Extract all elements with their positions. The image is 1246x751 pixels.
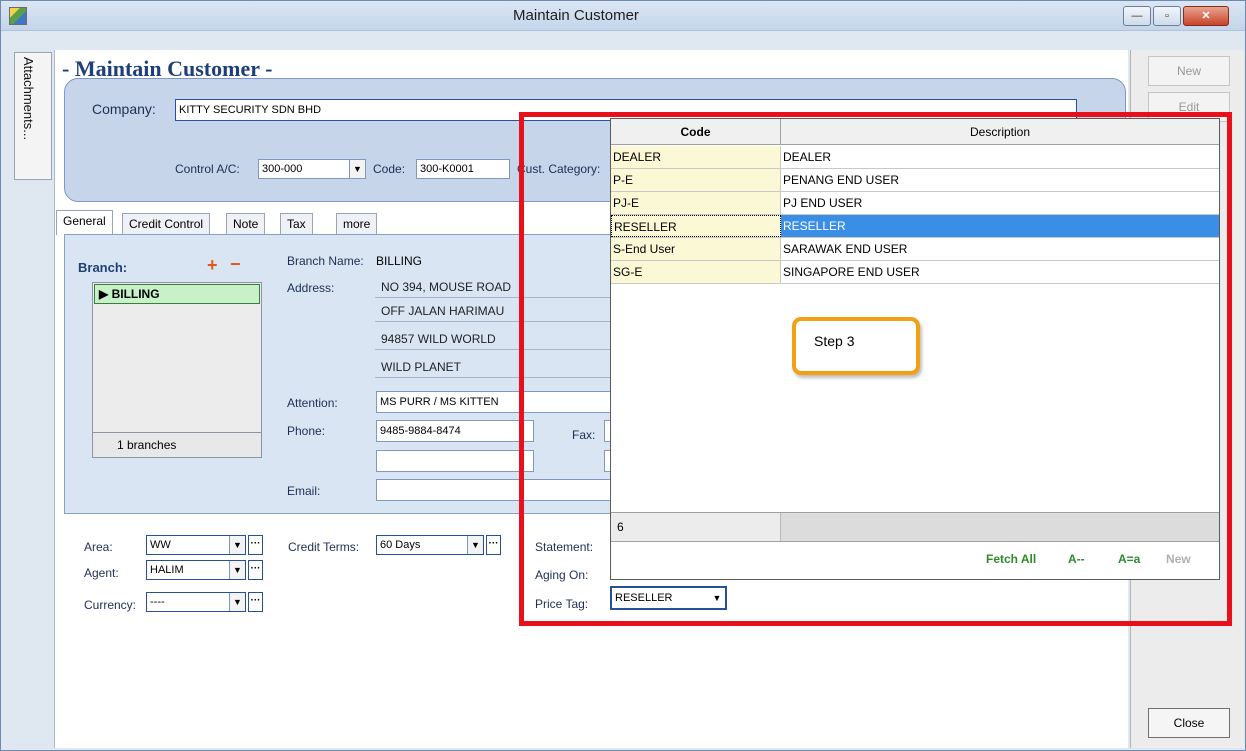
lookup-code-cell: DEALER	[611, 146, 781, 168]
branch-item-label: BILLING	[111, 287, 160, 301]
lookup-row[interactable]: DEALER DEALER	[611, 146, 1219, 169]
attention-label: Attention:	[287, 396, 338, 410]
fax-label: Fax:	[572, 428, 596, 442]
lookup-row[interactable]: P-E PENANG END USER	[611, 169, 1219, 192]
tab-more[interactable]: more	[336, 213, 378, 235]
close-window-button[interactable]: ✕	[1183, 6, 1229, 26]
maximize-button[interactable]: ▫	[1153, 6, 1181, 26]
branch-name-value[interactable]: BILLING	[376, 254, 422, 268]
agent-select[interactable]: HALIM ▼	[146, 560, 246, 580]
company-label: Company:	[92, 101, 156, 117]
price-tag-label: Price Tag:	[535, 597, 589, 611]
chevron-down-icon[interactable]: ▼	[229, 536, 245, 554]
phone2-input[interactable]	[376, 450, 534, 472]
remove-branch-icon[interactable]: −	[230, 254, 241, 275]
lookup-row[interactable]: S-End User SARAWAK END USER	[611, 238, 1219, 261]
close-button[interactable]: Close	[1148, 708, 1230, 738]
attachments-tab[interactable]: Attachments...	[14, 52, 52, 180]
lookup-code-cell: PJ-E	[611, 192, 781, 214]
lookup-code-cell: P-E	[611, 169, 781, 191]
address-line-2[interactable]: OFF JALAN HARIMAU	[375, 300, 615, 322]
lookup-description-cell: DEALER	[783, 150, 832, 164]
currency-lookup-button[interactable]: ···	[248, 592, 263, 612]
attachments-label: Attachments...	[21, 57, 36, 141]
record-count: 6	[611, 513, 781, 541]
control-ac-value: 300-000	[262, 163, 303, 175]
tab-tax[interactable]: Tax	[280, 213, 313, 235]
window-title: Maintain Customer	[513, 7, 639, 24]
lookup-description-cell: RESELLER	[781, 215, 1219, 237]
lookup-code-cell: S-End User	[611, 238, 781, 260]
phone-input[interactable]: 9485-9884-8474	[376, 420, 534, 442]
currency-value: ----	[150, 596, 165, 608]
uppercase-toggle[interactable]: A--	[1068, 552, 1085, 566]
branch-item[interactable]: ▶ BILLING	[94, 284, 260, 304]
address-line-4[interactable]: WILD PLANET	[375, 356, 615, 378]
lookup-footer: 6	[611, 512, 1219, 542]
chevron-down-icon[interactable]: ▼	[349, 160, 365, 178]
add-branch-icon[interactable]: +	[207, 255, 218, 276]
tab-general[interactable]: General	[56, 210, 113, 235]
control-ac-label: Control A/C:	[175, 162, 240, 176]
address-label: Address:	[287, 281, 335, 295]
control-ac-select[interactable]: 300-000 ▼	[258, 159, 366, 179]
price-tag-select[interactable]: RESELLER ▼	[610, 586, 727, 610]
email-label: Email:	[287, 484, 321, 498]
area-value: WW	[150, 539, 171, 551]
attention-input[interactable]: MS PURR / MS KITTEN	[376, 391, 616, 413]
chevron-down-icon[interactable]: ▼	[229, 593, 245, 611]
chevron-down-icon[interactable]: ▼	[467, 536, 483, 554]
agent-value: HALIM	[150, 564, 184, 576]
currency-select[interactable]: ---- ▼	[146, 592, 246, 612]
lookup-description-cell: SARAWAK END USER	[783, 242, 908, 256]
branch-name-label: Branch Name:	[287, 254, 364, 268]
minimize-button[interactable]: —	[1123, 6, 1151, 26]
area-select[interactable]: WW ▼	[146, 535, 246, 555]
phone-label: Phone:	[287, 424, 326, 438]
lookup-code-cell: SG-E	[611, 261, 781, 283]
tab-note[interactable]: Note	[226, 213, 266, 235]
chevron-down-icon[interactable]: ▼	[709, 588, 725, 608]
credit-terms-value: 60 Days	[380, 539, 421, 551]
price-tag-value: RESELLER	[615, 592, 673, 604]
cust-category-label: Cust. Category:	[517, 162, 601, 176]
lookup-description-cell: PENANG END USER	[783, 173, 900, 187]
aging-label: Aging On:	[535, 568, 589, 582]
chevron-down-icon[interactable]: ▼	[229, 561, 245, 579]
tab-credit-control[interactable]: Credit Control	[122, 213, 211, 235]
lookup-description-cell: PJ END USER	[783, 196, 863, 210]
lookup-new-button[interactable]: New	[1166, 552, 1191, 566]
column-header-description[interactable]: Description	[781, 119, 1219, 145]
agent-label: Agent:	[84, 566, 119, 580]
lookup-row[interactable]: PJ-E PJ END USER	[611, 192, 1219, 215]
address-line-1[interactable]: NO 394, MOUSE ROAD	[375, 276, 615, 298]
area-lookup-button[interactable]: ···	[248, 535, 263, 555]
lookup-description-cell: SINGAPORE END USER	[783, 265, 920, 279]
credit-terms-label: Credit Terms:	[288, 540, 360, 554]
code-input[interactable]: 300-K0001	[416, 159, 510, 179]
new-button[interactable]: New	[1148, 56, 1230, 86]
address-line-3[interactable]: 94857 WILD WORLD	[375, 328, 615, 350]
statement-label: Statement:	[535, 540, 594, 554]
column-header-code[interactable]: Code	[611, 119, 781, 145]
agent-lookup-button[interactable]: ···	[248, 560, 263, 580]
currency-label: Currency:	[84, 598, 137, 612]
case-sensitive-toggle[interactable]: A=a	[1118, 552, 1140, 566]
credit-terms-lookup-button[interactable]: ···	[486, 535, 501, 555]
area-label: Area:	[84, 540, 113, 554]
lookup-row[interactable]: SG-E SINGAPORE END USER	[611, 261, 1219, 284]
branch-count: 1 branches	[92, 432, 262, 458]
email-input[interactable]	[376, 479, 616, 501]
lookup-header: Code Description	[611, 119, 1219, 145]
lookup-row-selected[interactable]: RESELLER RESELLER	[611, 215, 1219, 238]
code-label: Code:	[373, 162, 406, 176]
title-bar[interactable]: Maintain Customer — ▫ ✕	[1, 1, 1245, 31]
fetch-all-button[interactable]: Fetch All	[986, 552, 1036, 566]
lookup-code-cell: RESELLER	[611, 215, 781, 237]
branch-title: Branch:	[78, 260, 128, 275]
credit-terms-select[interactable]: 60 Days ▼	[376, 535, 484, 555]
step-callout: Step 3	[792, 317, 920, 375]
